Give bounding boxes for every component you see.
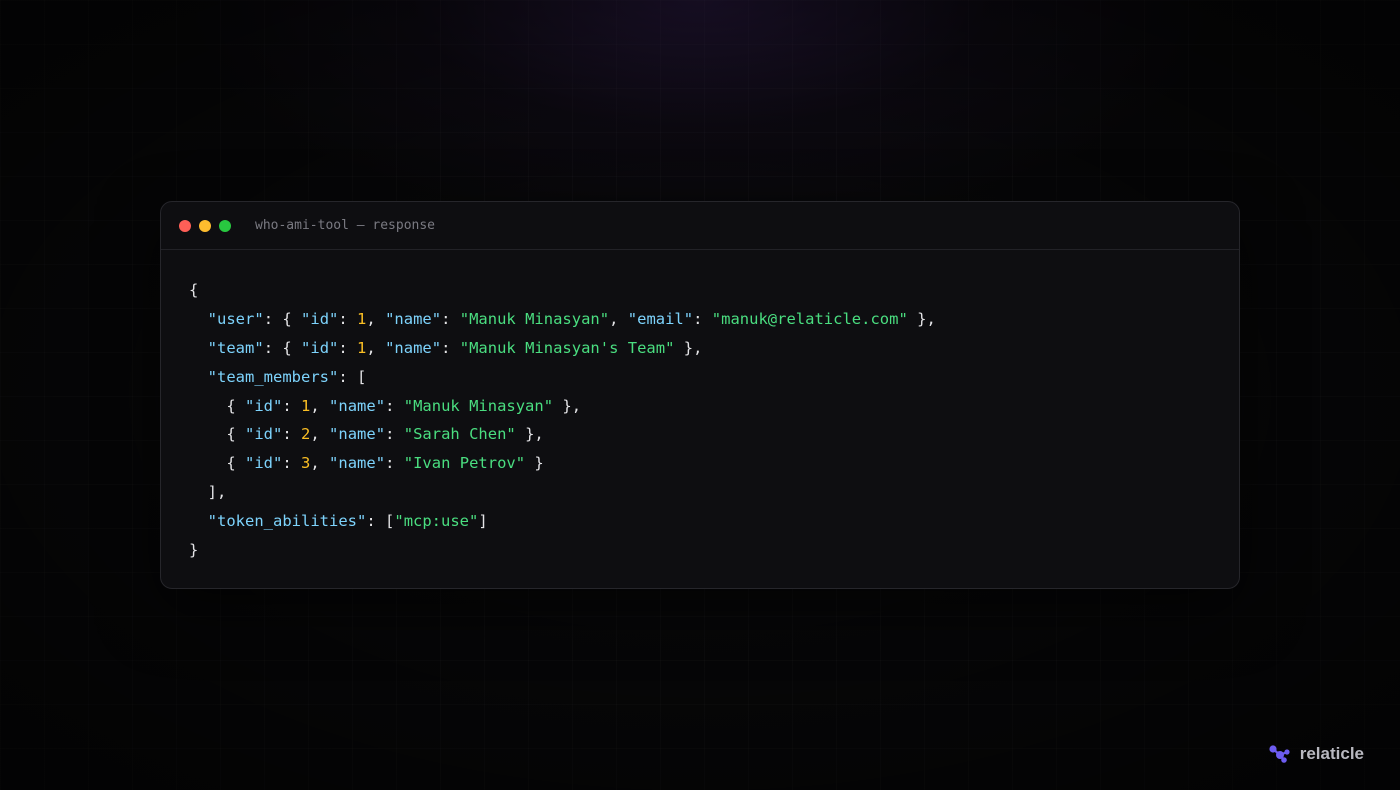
- code-line-members-close: ],: [189, 483, 227, 502]
- window-title: who-ami-tool — response: [255, 218, 436, 233]
- member-id-value: 3: [301, 454, 311, 473]
- code-line-close: }: [189, 541, 199, 560]
- response-window: who-ami-tool — response { "user": { "id"…: [160, 201, 1240, 589]
- code-line-token-abilities: "token_abilities": ["mcp:use"]: [207, 512, 488, 531]
- window-titlebar: who-ami-tool — response: [161, 202, 1239, 250]
- code-line-member: { "id": 3, "name": "Ivan Petrov" }: [189, 454, 544, 473]
- user-id-value: 1: [357, 309, 367, 328]
- code-line-open: {: [189, 281, 199, 299]
- code-line-member: { "id": 2, "name": "Sarah Chen" },: [189, 425, 544, 444]
- json-code-block: { "user": { "id": 1, "name": "Manuk Mina…: [161, 250, 1239, 565]
- member-name-value: Manuk Minasyan: [413, 396, 544, 415]
- token-ability-value: mcp:use: [403, 512, 470, 531]
- member-id-value: 2: [301, 425, 311, 444]
- close-window-button[interactable]: [179, 219, 191, 232]
- member-name-value: Ivan Petrov: [413, 454, 516, 473]
- code-line-team-members: "team_members": [: [207, 367, 367, 386]
- relaticle-logo-icon: [1269, 745, 1290, 763]
- member-name-value: Sarah Chen: [413, 425, 507, 444]
- maximize-window-button[interactable]: [219, 219, 231, 232]
- code-line-user: "user": { "id": 1, "name": "Manuk Minasy…: [207, 309, 936, 328]
- brand-logo: relaticle: [1268, 744, 1364, 764]
- code-line-member: { "id": 1, "name": "Manuk Minasyan" },: [189, 396, 582, 415]
- team-id-value: 1: [357, 338, 367, 357]
- member-id-value: 1: [301, 396, 311, 415]
- team-name-value: Manuk Minasyan's Team: [469, 338, 666, 357]
- user-name-value: Manuk Minasyan: [469, 309, 600, 328]
- user-email-value: manuk@relaticle.com: [721, 309, 899, 328]
- minimize-window-button[interactable]: [199, 219, 211, 232]
- code-line-team: "team": { "id": 1, "name": "Manuk Minasy…: [207, 338, 703, 357]
- brand-name: relaticle: [1299, 744, 1364, 763]
